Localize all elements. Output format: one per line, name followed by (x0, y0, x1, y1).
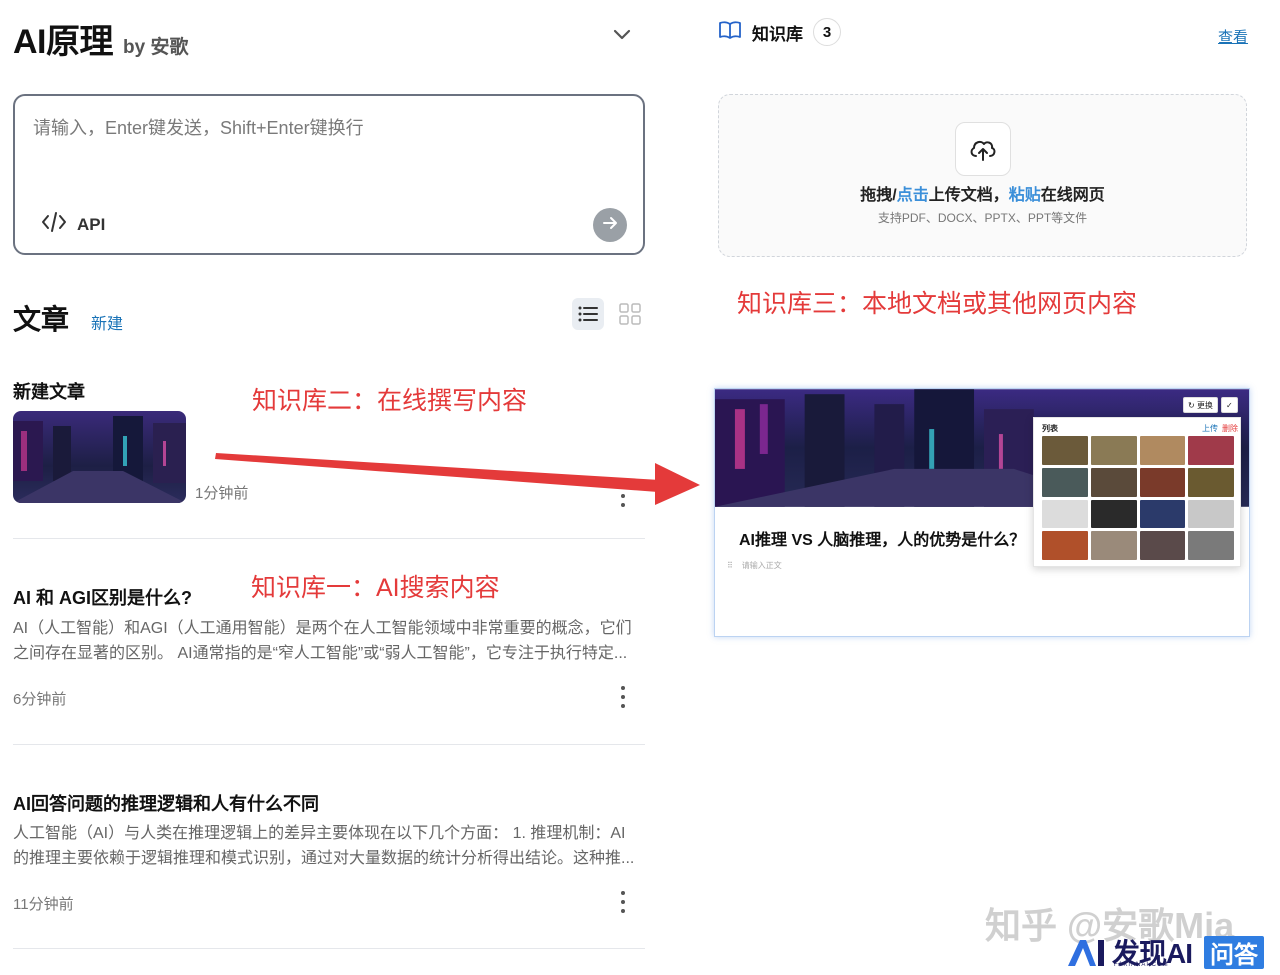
articles-heading: 文章 (13, 304, 70, 335)
divider (13, 538, 645, 539)
picker-thumbnail[interactable] (1139, 499, 1186, 529)
api-label: API (77, 214, 106, 234)
picker-thumbnail[interactable] (1139, 531, 1186, 560)
picker-thumbnail[interactable] (1188, 531, 1234, 560)
chat-input[interactable] (33, 114, 623, 174)
article-title[interactable]: AI回答问题的推理逻辑和人有什么不同 (13, 790, 319, 816)
brand-qa-badge: 问答 (1204, 935, 1265, 969)
divider (13, 948, 645, 949)
picker-thumbnail[interactable] (1139, 436, 1186, 465)
brand-domain: FAXIANAI.COM (1114, 962, 1169, 968)
article-preview-card[interactable]: ↻ 更换 ✓ AI推理 VS 人脑推理，人的优势是什么？ ⠿ 请输入正文 列表 … (714, 388, 1250, 637)
preview-body-placeholder: ⠿ 请输入正文 (727, 561, 782, 570)
app-header: AI原理 by 安歌 (13, 14, 188, 63)
chevron-down-icon[interactable] (608, 22, 636, 46)
annotation-kb2: 知识库二：在线撰写内容 (252, 387, 528, 415)
article-thumbnail (13, 411, 186, 503)
code-icon (41, 211, 67, 238)
picker-thumbnail[interactable] (1188, 436, 1234, 465)
upload-click-link[interactable]: 点击 (897, 187, 929, 204)
more-vertical-icon[interactable] (618, 891, 628, 913)
view-knowledge-base-link[interactable]: 查看 (1218, 26, 1248, 47)
annotation-arrow (215, 453, 700, 505)
picker-thumbnail[interactable] (1188, 467, 1234, 497)
upload-text-web: 在线网页 (1040, 187, 1105, 204)
cover-actions: ↻ 更换 ✓ (1183, 397, 1238, 413)
picker-remove-link[interactable]: 删除 (1222, 423, 1238, 434)
upload-supported-types: 支持PDF、DOCX、PPTX、PPT等文件 (877, 211, 1088, 225)
annotation-kb3: 知识库三：本地文档或其他网页内容 (737, 290, 1138, 318)
annotation-kb1: 知识库一：AI搜索内容 (251, 574, 500, 602)
replace-cover-label: 更换 (1196, 400, 1213, 410)
article-title[interactable]: AI 和 AGI区别是什么? (13, 584, 192, 610)
knowledge-base-header: 知识库 3 (718, 18, 841, 46)
preview-hint: 请输入正文 (741, 561, 782, 570)
article-excerpt: AI（人工智能）和AGI（人工通用智能）是两个在人工智能领域中非常重要的概念，它… (13, 620, 632, 662)
picker-thumbnail[interactable] (1042, 531, 1088, 560)
upload-text-doc: 上传文档， (928, 187, 1009, 204)
upload-dropzone[interactable]: 拖拽/点击上传文档，粘贴在线网页 支持PDF、DOCX、PPTX、PPT等文件 (718, 94, 1247, 257)
page-byline: by 安歌 (123, 37, 189, 58)
picker-thumbnail[interactable] (1042, 499, 1088, 529)
brand-mark-icon (1068, 940, 1104, 966)
picker-thumbnail[interactable] (1090, 467, 1137, 497)
upload-text-drag: 拖拽/ (860, 187, 897, 204)
page-title: AI原理 (13, 23, 114, 61)
article-excerpt: 人工智能（AI）与人类在推理逻辑上的差异主要体现在以下几个方面： 1. 推理机制… (13, 825, 635, 867)
picker-thumbnail[interactable] (1090, 531, 1137, 560)
preview-title: AI推理 VS 人脑推理，人的优势是什么？ (739, 532, 1026, 549)
article-title[interactable]: 新建文章 (13, 378, 85, 404)
new-article-link[interactable]: 新建 (91, 310, 123, 334)
article-time: 6分钟前 (13, 691, 67, 708)
cloud-upload-icon (955, 122, 1011, 176)
grid-view-icon[interactable] (616, 300, 644, 328)
picker-upload-link[interactable]: 上传 (1202, 423, 1218, 434)
divider (13, 744, 645, 745)
picker-thumbnail[interactable] (1042, 467, 1088, 497)
brand-logo: 发现AI FAXIANAI.COM 问答 (1066, 932, 1265, 972)
article-time: 11分钟前 (13, 896, 74, 913)
more-vertical-icon[interactable] (618, 686, 628, 708)
send-button[interactable] (593, 208, 627, 242)
knowledge-base-label: 知识库 (752, 24, 803, 44)
picker-title: 列表 (1042, 424, 1058, 433)
confirm-icon[interactable]: ✓ (1220, 397, 1238, 413)
picker-thumbnail[interactable] (1090, 436, 1137, 465)
paste-link[interactable]: 粘贴 (1009, 187, 1041, 204)
list-view-icon[interactable] (572, 298, 604, 330)
picker-thumbnail[interactable] (1042, 436, 1088, 465)
api-button[interactable]: API (41, 211, 105, 238)
picker-thumbnail[interactable] (1090, 499, 1137, 529)
picker-thumbnail-grid (1042, 436, 1234, 560)
cover-image-picker: 列表 上传 删除 (1033, 417, 1241, 567)
picker-thumbnail[interactable] (1188, 499, 1234, 529)
replace-cover-button[interactable]: ↻ 更换 (1183, 397, 1218, 413)
arrow-right-icon (601, 214, 619, 237)
book-icon (718, 19, 742, 46)
upload-instructions: 拖拽/点击上传文档，粘贴在线网页 (719, 181, 1246, 205)
composer: API (13, 94, 645, 255)
knowledge-base-count: 3 (813, 18, 841, 46)
picker-thumbnail[interactable] (1139, 467, 1186, 497)
